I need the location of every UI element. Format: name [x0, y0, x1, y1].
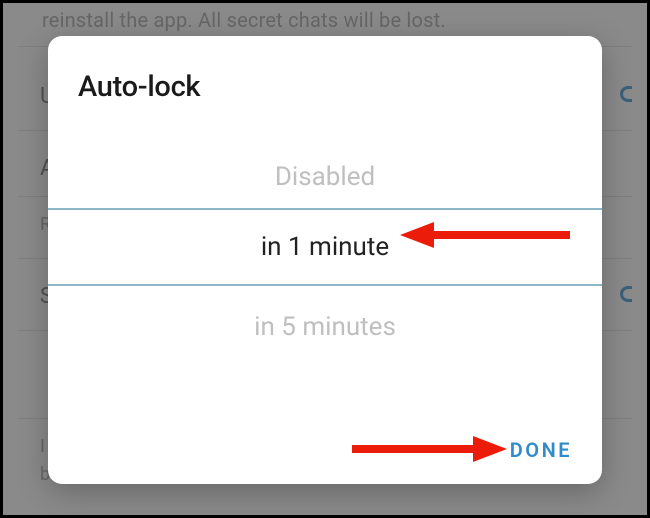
screenshot-border [0, 0, 650, 518]
